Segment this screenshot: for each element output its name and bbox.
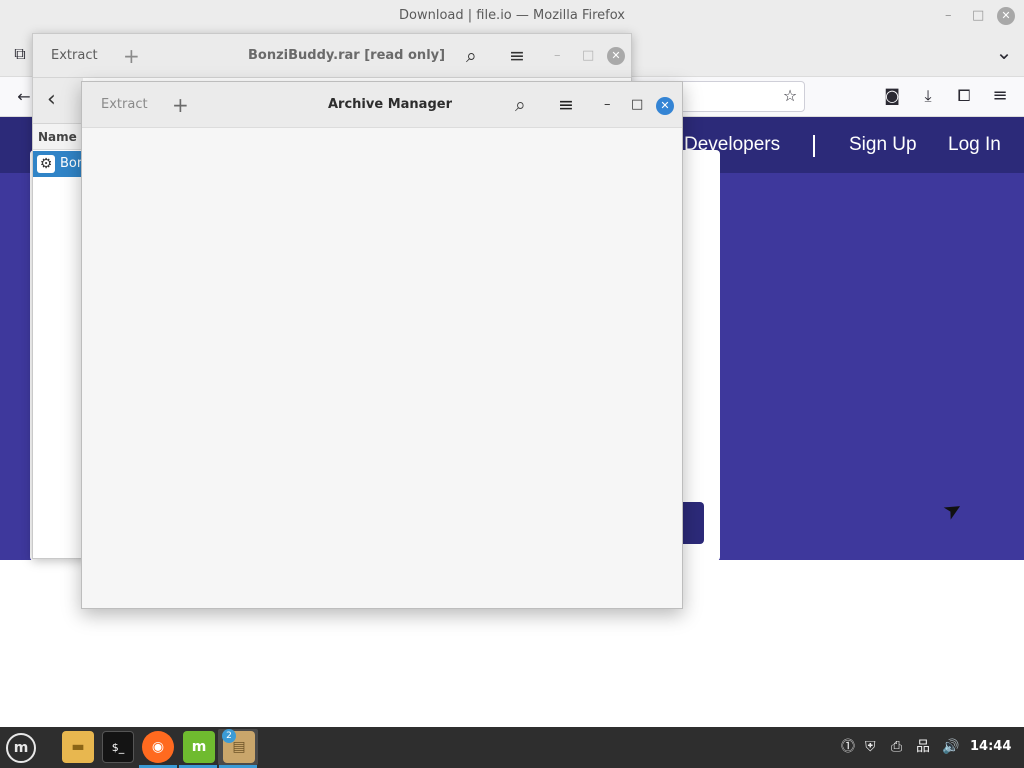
nav-signup-link[interactable]: Sign Up	[849, 117, 917, 173]
bonzi-add-icon[interactable]: +	[123, 34, 140, 78]
window-title: Archive Manager	[328, 97, 452, 112]
gear-icon: ⚙	[37, 155, 55, 173]
bonzi-maximize-button[interactable]: □	[582, 34, 594, 78]
bonzi-extract-button[interactable]: Extract	[51, 34, 98, 78]
clipboard-icon[interactable]: ⎙	[891, 737, 902, 757]
close-button[interactable]: ✕	[656, 97, 674, 115]
firefox-icon[interactable]: ◉	[142, 731, 174, 763]
firefox-window-title: Download | file.io — Mozilla Firefox	[399, 8, 625, 23]
firefox-close-button[interactable]: ✕	[997, 7, 1015, 25]
list-all-tabs-chevron-icon[interactable]: ⌄	[994, 42, 1014, 62]
extract-button[interactable]: Extract	[101, 82, 148, 128]
shield-icon[interactable]: ⛨	[865, 737, 876, 757]
extensions-icon[interactable]: ⧠	[954, 86, 974, 106]
firefox-maximize-button[interactable]: □	[972, 0, 984, 32]
downloads-icon[interactable]: ⤓	[918, 86, 938, 106]
hamburger-menu-icon[interactable]: ≡	[558, 82, 574, 128]
firefox-back-icon[interactable]: ←	[14, 87, 34, 107]
app-menu-icon[interactable]: ≡	[990, 86, 1010, 106]
volume-icon[interactable]: 🔊	[942, 737, 959, 757]
bonzi-name-column-header[interactable]: Name	[33, 124, 83, 150]
bonzi-toolbar	[33, 78, 83, 124]
nav-login-link[interactable]: Log In	[948, 117, 1001, 173]
network-icon[interactable]: 品	[916, 737, 930, 757]
bonzi-close-button[interactable]: ✕	[607, 47, 625, 65]
nav-separator	[813, 135, 815, 157]
updates-icon[interactable]: ⓵	[841, 737, 855, 757]
window-count-badge: 2	[222, 729, 236, 743]
pocket-icon[interactable]: ◙	[882, 86, 902, 106]
add-files-icon[interactable]: +	[172, 82, 189, 128]
bonzi-menu-icon[interactable]: ≡	[509, 34, 525, 78]
bonzi-window-title: BonziBuddy.rar [read only]	[248, 48, 446, 63]
archive-manager-window: Extract + Archive Manager ⌕ ≡ – □ ✕	[81, 81, 683, 609]
maximize-button[interactable]: □	[631, 82, 643, 128]
minimize-button[interactable]: –	[604, 82, 611, 128]
search-icon[interactable]: ⌕	[515, 82, 526, 128]
bonzi-file-row[interactable]: ⚙ Bon	[33, 151, 85, 177]
firefox-minimize-button[interactable]: –	[945, 0, 952, 32]
files-icon[interactable]: ▬	[62, 731, 94, 763]
bookmark-star-icon[interactable]: ☆	[780, 86, 800, 106]
mintinstall-icon[interactable]: m	[183, 731, 215, 763]
bonzi-search-icon[interactable]: ⌕	[466, 34, 477, 78]
bonzi-minimize-button[interactable]: –	[554, 34, 561, 78]
bonzi-back-icon[interactable]: ‹	[47, 88, 56, 112]
archive-content-area[interactable]	[82, 128, 682, 608]
menu-button-icon[interactable]: m	[6, 733, 36, 763]
clock[interactable]: 14:44	[970, 737, 1011, 757]
tab-list-icon[interactable]: ⧉	[10, 44, 30, 64]
terminal-icon[interactable]: $_	[102, 731, 134, 763]
